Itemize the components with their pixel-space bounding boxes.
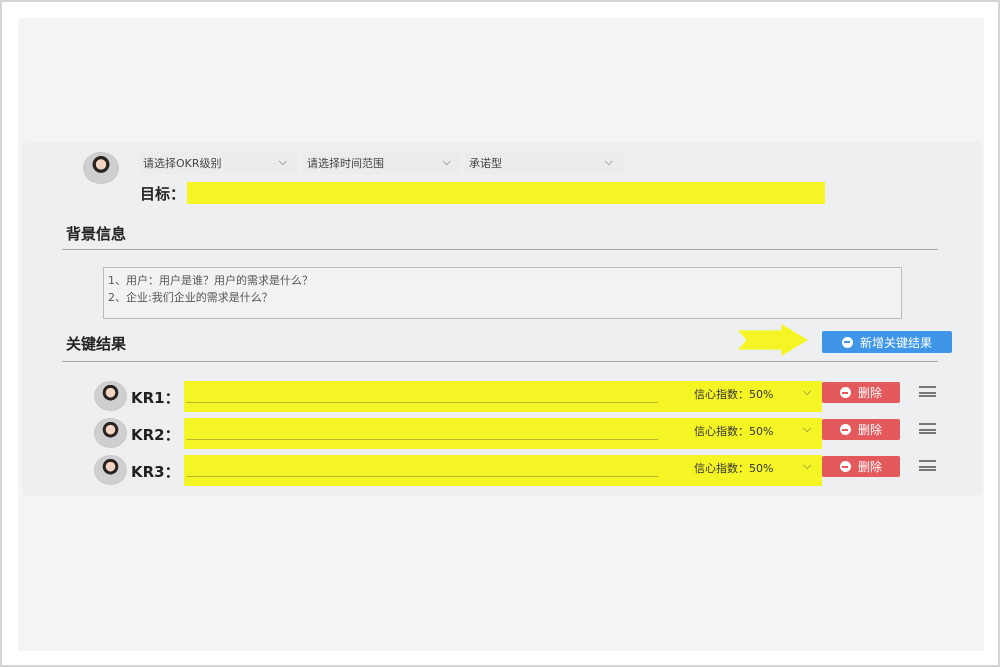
- chevron-down-icon[interactable]: ⌵: [803, 422, 811, 436]
- minus-circle-icon: [841, 336, 853, 348]
- add-key-result-label: 新增关键结果: [859, 335, 932, 350]
- background-line-2: 2、企业:我们企业的需求是什么？: [108, 291, 273, 304]
- delete-kr-label: 删除: [857, 386, 882, 400]
- delete-kr-button[interactable]: 删除: [822, 419, 900, 440]
- key-result-row: KR3： 信心指数：50% ⌵ 删除: [22, 455, 982, 486]
- kr-label: KR2：: [131, 426, 180, 444]
- page-background: 请选择OKR级别 ⌵ 请选择时间范围 ⌵ 承诺型 ⌵ 目标： 背景信息 1、用户…: [18, 18, 984, 651]
- background-divider: [62, 249, 938, 250]
- delete-kr-label: 删除: [857, 460, 882, 474]
- minus-circle-icon: [839, 461, 851, 472]
- okr-type-select-value: 承诺型: [469, 157, 502, 170]
- key-results-divider: [62, 361, 938, 362]
- goal-label: 目标：: [140, 185, 186, 203]
- kr-owner-avatar[interactable]: [94, 455, 127, 485]
- confidence-select[interactable]: 信心指数：50%: [694, 386, 773, 402]
- chevron-down-icon: ⌵: [604, 155, 613, 168]
- chevron-down-icon: ⌵: [442, 155, 451, 168]
- confidence-select[interactable]: 信心指数：50%: [694, 460, 773, 476]
- drag-handle-icon[interactable]: [919, 423, 936, 434]
- key-result-row: KR2： 信心指数：50% ⌵ 删除: [22, 418, 982, 449]
- chevron-down-icon[interactable]: ⌵: [803, 385, 811, 399]
- kr-label: KR3：: [131, 463, 180, 481]
- okr-type-select[interactable]: 承诺型 ⌵: [465, 152, 623, 174]
- screenshot-frame: 请选择OKR级别 ⌵ 请选择时间范围 ⌵ 承诺型 ⌵ 目标： 背景信息 1、用户…: [0, 0, 1000, 667]
- confidence-value: 50%: [749, 388, 774, 401]
- background-info-title: 背景信息: [66, 225, 127, 243]
- minus-circle-icon: [839, 387, 851, 398]
- confidence-label: 信心指数：: [694, 462, 749, 475]
- okr-level-select-value: 请选择OKR级别: [143, 157, 222, 170]
- chevron-down-icon[interactable]: ⌵: [803, 459, 811, 473]
- kr-input-underline: [186, 476, 658, 477]
- drag-handle-icon[interactable]: [919, 386, 936, 397]
- kr-input-underline: [186, 402, 658, 403]
- kr-owner-avatar[interactable]: [94, 418, 127, 448]
- confidence-label: 信心指数：: [694, 425, 749, 438]
- confidence-value: 50%: [749, 462, 774, 475]
- delete-kr-button[interactable]: 删除: [822, 456, 900, 477]
- okr-level-select[interactable]: 请选择OKR级别 ⌵: [139, 152, 297, 174]
- kr-label: KR1：: [131, 389, 180, 407]
- confidence-value: 50%: [749, 425, 774, 438]
- key-result-row: KR1： 信心指数：50% ⌵ 删除: [22, 381, 982, 412]
- chevron-down-icon: ⌵: [278, 155, 287, 168]
- confidence-select[interactable]: 信心指数：50%: [694, 423, 773, 439]
- add-key-result-button[interactable]: 新增关键结果: [822, 331, 952, 353]
- key-results-title: 关键结果: [66, 335, 127, 353]
- drag-handle-icon[interactable]: [919, 460, 936, 471]
- minus-circle-icon: [839, 424, 851, 435]
- time-range-select-value: 请选择时间范围: [307, 157, 384, 170]
- owner-avatar[interactable]: [83, 152, 119, 184]
- confidence-label: 信心指数：: [694, 388, 749, 401]
- delete-kr-label: 删除: [857, 423, 882, 437]
- kr-owner-avatar[interactable]: [94, 381, 127, 411]
- goal-input[interactable]: [187, 182, 825, 204]
- okr-form-panel: 请选择OKR级别 ⌵ 请选择时间范围 ⌵ 承诺型 ⌵ 目标： 背景信息 1、用户…: [22, 141, 982, 496]
- kr-input-underline: [186, 439, 658, 440]
- arrow-right-icon: [738, 324, 808, 356]
- delete-kr-button[interactable]: 删除: [822, 382, 900, 403]
- background-info-textarea[interactable]: 1、用户：用户是谁？用户的需求是什么？ 2、企业:我们企业的需求是什么？: [103, 267, 902, 319]
- background-line-1: 1、用户：用户是谁？用户的需求是什么？: [108, 274, 313, 287]
- time-range-select[interactable]: 请选择时间范围 ⌵: [303, 152, 461, 174]
